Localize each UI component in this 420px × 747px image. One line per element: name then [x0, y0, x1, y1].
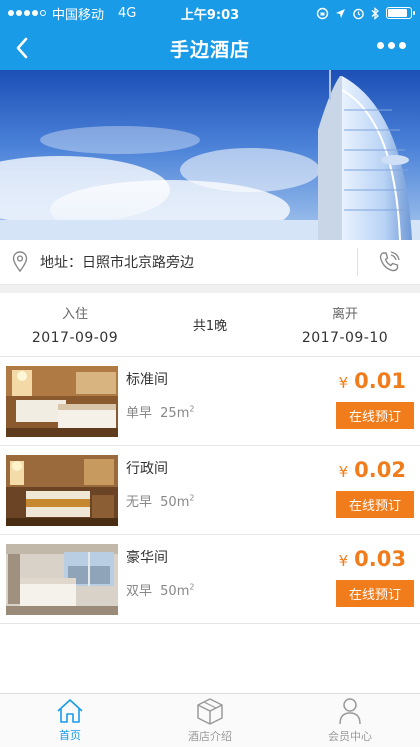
home-icon	[57, 699, 83, 723]
user-icon	[339, 698, 361, 725]
area-unit-superscript: 2	[189, 582, 195, 592]
price-amount: 0.03	[354, 547, 406, 571]
nav-bar: 手边酒店	[0, 26, 420, 70]
tab-home[interactable]: 首页	[0, 694, 140, 747]
page-title: 手边酒店	[169, 38, 250, 61]
checkout-label: 离开	[331, 307, 358, 322]
room-details: 无早 50m2	[126, 491, 194, 510]
room-photo	[6, 455, 118, 526]
signal-strength-icon	[8, 10, 46, 16]
tab-label: 酒店介绍	[188, 730, 232, 743]
hotel-building-image	[0, 70, 420, 240]
area-unit-superscript: 2	[189, 404, 195, 414]
room-name: 标准间	[126, 372, 168, 388]
stay-dates: 入住 2017-09-09 共1晚 离开 2017-09-10	[0, 293, 420, 357]
chevron-left-icon	[16, 37, 28, 59]
breakfast-info: 无早	[126, 495, 153, 510]
room-area: 25m	[160, 406, 190, 421]
checkout-date-picker[interactable]: 离开 2017-09-10	[270, 293, 420, 356]
phone-icon	[379, 251, 400, 272]
currency-symbol: ¥	[338, 463, 349, 481]
room-details: 双早 50m2	[126, 580, 194, 599]
back-button[interactable]	[8, 34, 36, 62]
section-separator	[0, 285, 420, 293]
more-dot-icon	[399, 42, 406, 49]
call-hotel-button[interactable]	[358, 250, 420, 274]
room-name: 行政间	[126, 461, 168, 477]
carrier-label: 中国移动	[52, 7, 105, 23]
room-details: 单早 25m2	[126, 402, 194, 421]
breakfast-info: 单早	[126, 406, 153, 421]
room-item[interactable]: 行政间 无早 50m2 ¥ 0.02 在线预订	[0, 446, 420, 535]
room-area: 50m	[160, 495, 190, 510]
room-item[interactable]: 标准间 单早 25m2 ¥ 0.01 在线预订	[0, 357, 420, 446]
more-button[interactable]	[373, 38, 410, 53]
status-bar: 中国移动 4G 上午9:03	[0, 0, 420, 26]
bottom-tab-bar: 首页 酒店介绍 会员中心	[0, 693, 420, 747]
alarm-icon	[353, 8, 364, 19]
bluetooth-icon	[371, 6, 379, 20]
rotation-lock-icon	[316, 7, 329, 19]
currency-symbol: ¥	[338, 374, 349, 392]
more-dot-icon	[388, 42, 395, 49]
book-online-button[interactable]: 在线预订	[336, 491, 414, 518]
status-left: 中国移动 4G	[8, 4, 210, 23]
room-price: ¥ 0.02	[339, 458, 406, 482]
cube-icon	[197, 698, 223, 725]
breakfast-info: 双早	[126, 584, 153, 599]
checkin-label: 入住	[61, 307, 88, 322]
more-dot-icon	[377, 42, 384, 49]
tab-label: 会员中心	[328, 730, 372, 743]
nights-count: 共1晚	[192, 319, 228, 334]
tab-label: 首页	[59, 729, 81, 742]
area-unit-superscript: 2	[189, 493, 195, 503]
tab-hotel-intro[interactable]: 酒店介绍	[140, 694, 280, 747]
address-row: 地址：日照市北京路旁边	[0, 240, 420, 285]
room-photo	[6, 366, 118, 437]
checkin-date-picker[interactable]: 入住 2017-09-09	[0, 293, 150, 356]
room-photo	[6, 544, 118, 615]
room-price: ¥ 0.01	[339, 369, 406, 393]
room-area: 50m	[160, 584, 190, 599]
price-amount: 0.01	[354, 369, 406, 393]
status-right	[210, 6, 415, 20]
tab-member-center[interactable]: 会员中心	[280, 694, 420, 747]
room-list: 标准间 单早 25m2 ¥ 0.01 在线预订 行政间 无早 50m2 ¥ 0.…	[0, 357, 420, 624]
room-price: ¥ 0.03	[339, 547, 406, 571]
book-online-button[interactable]: 在线预订	[336, 580, 414, 607]
book-online-button[interactable]: 在线预订	[336, 402, 414, 429]
checkin-date: 2017-09-09	[31, 330, 119, 346]
hotel-address: 地址：日照市北京路旁边	[40, 255, 194, 271]
location-pin-icon	[0, 251, 40, 273]
checkout-date: 2017-09-10	[301, 330, 389, 346]
app-screen: 中国移动 4G 上午9:03 手边酒店 地址：日照市北京路旁边 入住 2017-…	[0, 0, 420, 747]
hotel-banner-carousel[interactable]	[0, 70, 420, 240]
location-arrow-icon	[336, 8, 345, 18]
currency-symbol: ¥	[338, 552, 349, 570]
price-amount: 0.02	[354, 458, 406, 482]
room-item[interactable]: 豪华间 双早 50m2 ¥ 0.03 在线预订	[0, 535, 420, 624]
room-name: 豪华间	[126, 550, 168, 566]
battery-icon	[386, 7, 415, 19]
network-label: 4G	[118, 5, 137, 21]
